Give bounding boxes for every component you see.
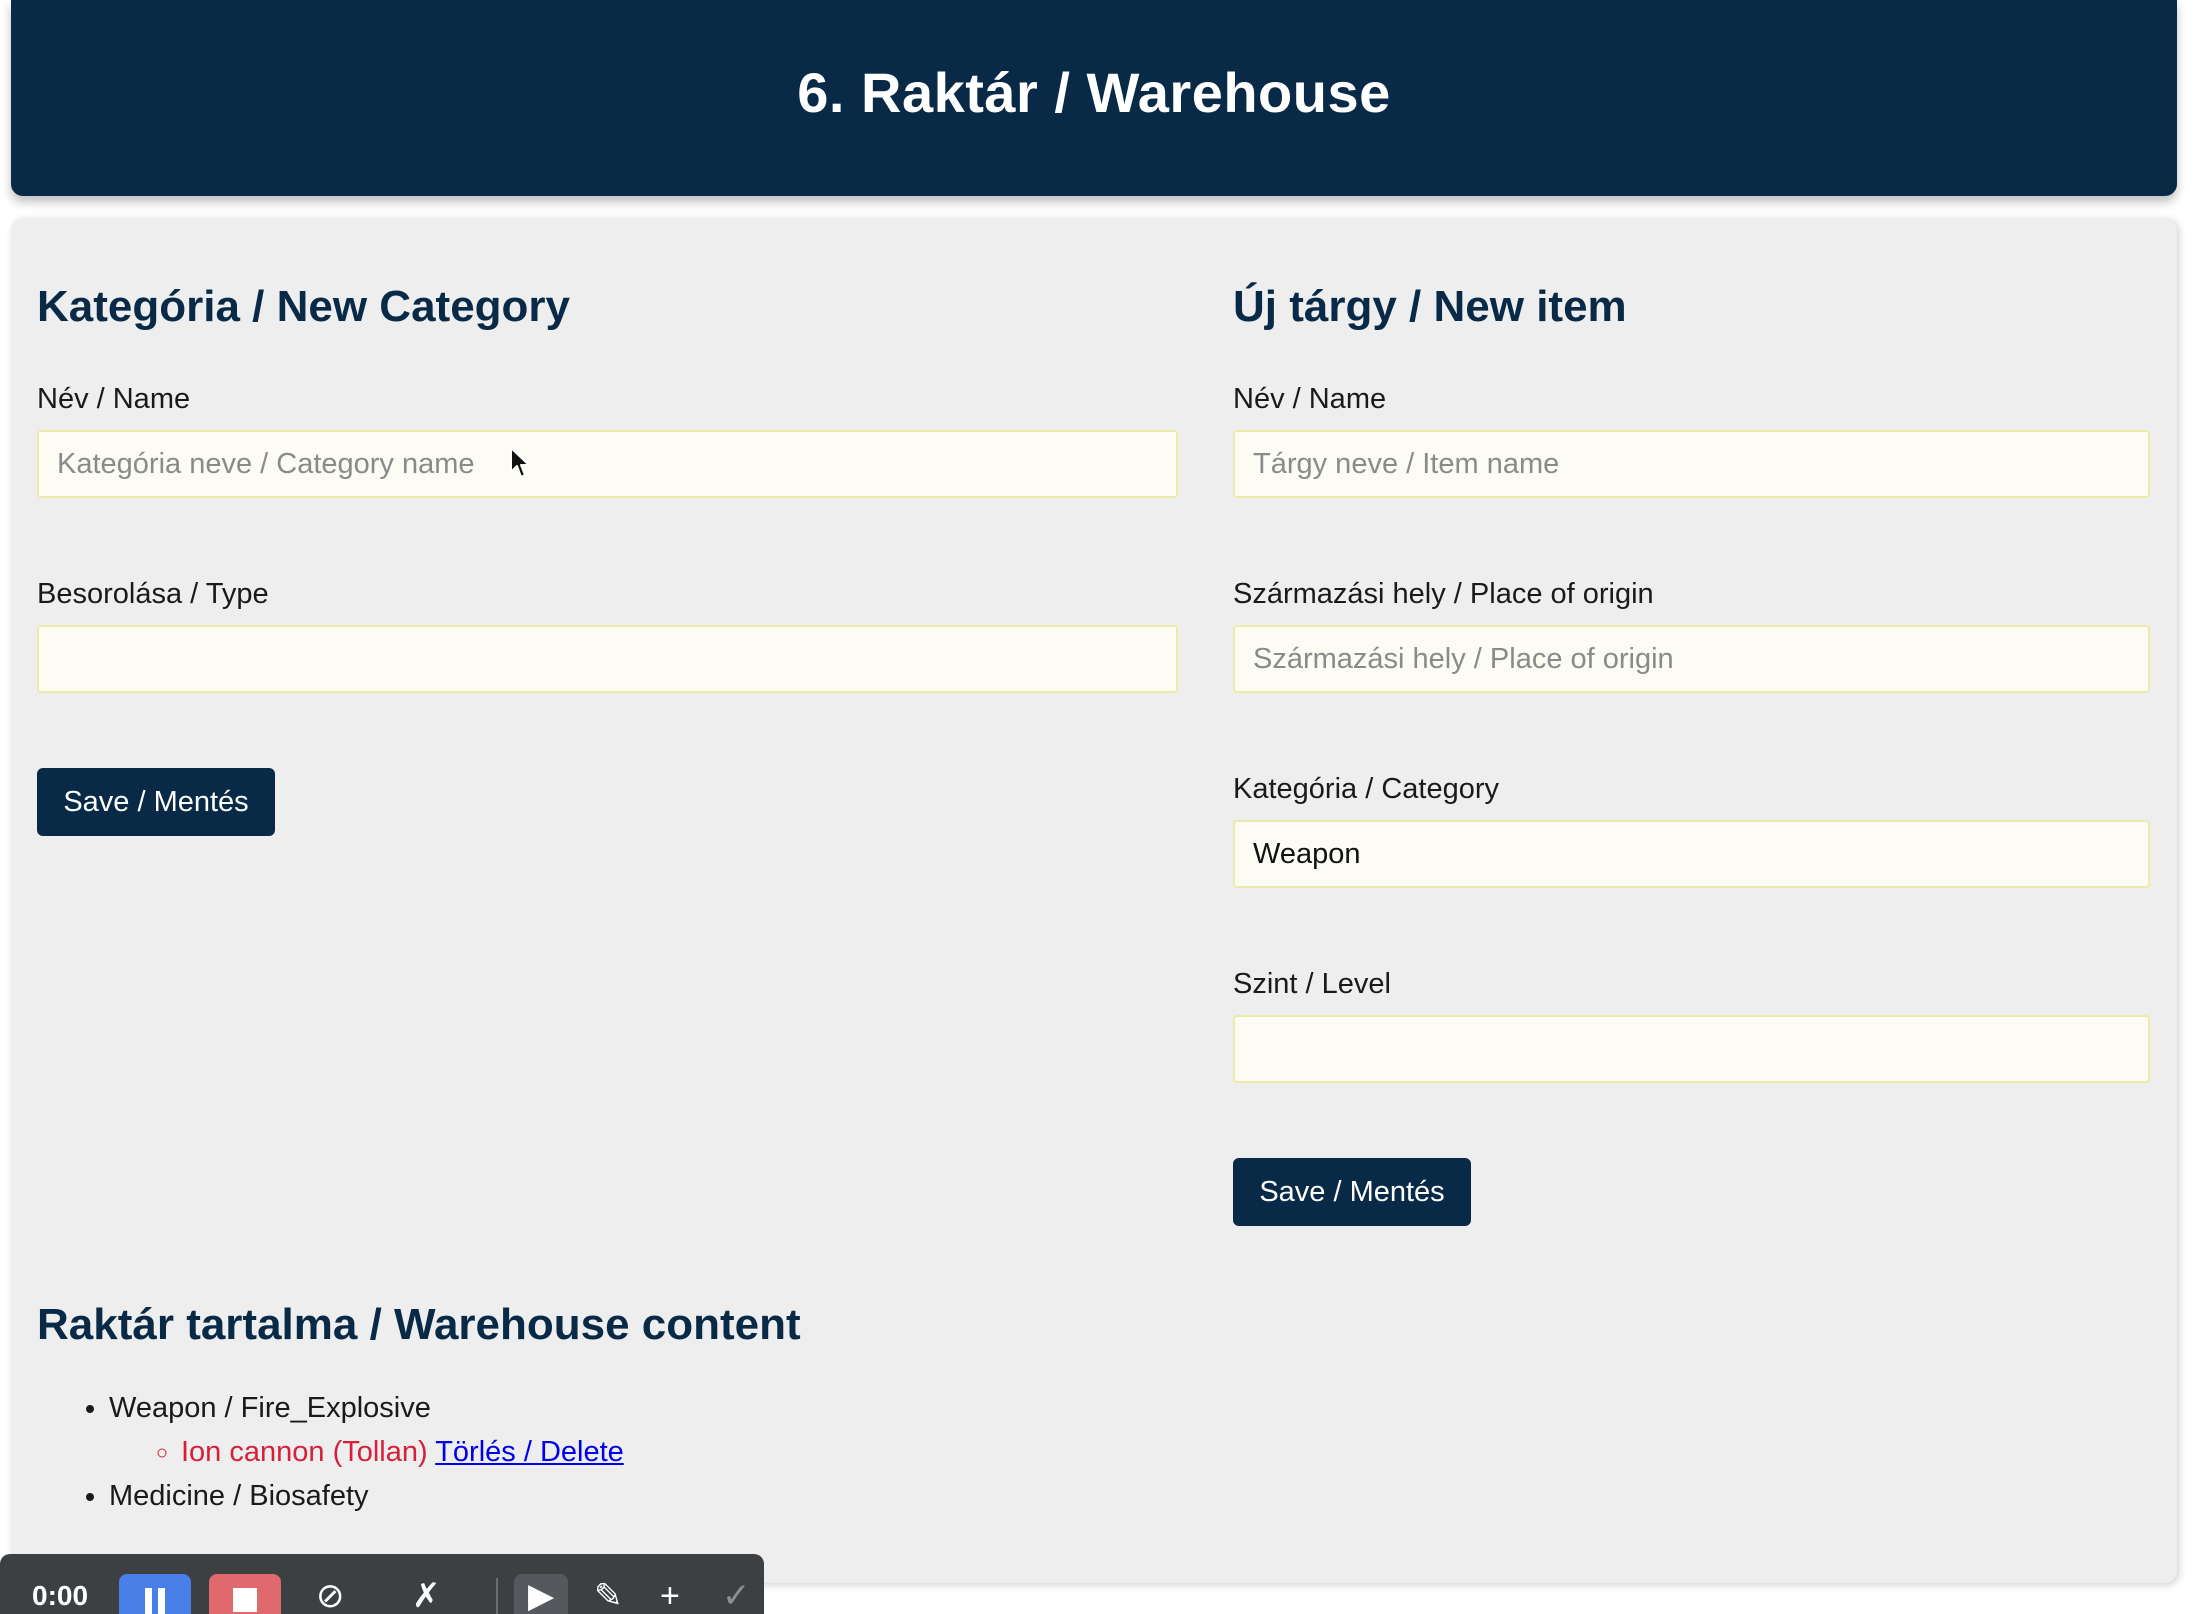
list-item: Ion cannon (Tollan) Törlés / Delete [181,1430,624,1474]
category-type-label: Besorolása / Type [37,578,269,610]
item-level-input[interactable] [1233,1015,2150,1083]
pause-icon[interactable] [119,1574,191,1614]
category-entry: Medicine / Biosafety [109,1480,369,1512]
recording-time: 0:00 [32,1580,89,1611]
delete-link[interactable]: Törlés / Delete [435,1436,624,1468]
item-form-heading: Új tárgy / New item [1233,282,1627,331]
pointer-icon: ▶ [528,1577,555,1614]
item-name-label: Név / Name [1233,383,1387,415]
category-name-label: Név / Name [37,383,191,415]
category-type-input[interactable] [37,625,1178,693]
item-category-input[interactable] [1233,820,2150,888]
toolbar-divider [496,1578,498,1614]
category-name-input[interactable] [37,430,1178,498]
mic-off-icon[interactable]: ⊘ [316,1576,345,1614]
item-origin-input[interactable] [1233,625,2150,693]
item-category-label: Kategória / Category [1233,773,1499,805]
main-panel: Kategória / New Category Név / Name Beso… [11,218,2177,1583]
page-title: 6. Raktár / Warehouse [797,60,1391,124]
warehouse-list: Weapon / Fire_Explosive Ion cannon (Toll… [37,1386,624,1518]
recorder-toolbar: 0:00 ⊘ ✗ ▶ ✎ + ✓ [0,1554,764,1614]
category-form-heading: Kategória / New Category [37,282,571,331]
item-name-input[interactable] [1233,430,2150,498]
category-save-button[interactable]: Save / Mentés [37,768,275,836]
pen-icon[interactable]: ✎ [594,1576,623,1614]
stop-icon[interactable] [209,1574,281,1614]
list-item: Medicine / Biosafety [109,1474,624,1518]
item-save-button[interactable]: Save / Mentés [1233,1158,1471,1226]
list-item: Weapon / Fire_Explosive Ion cannon (Toll… [109,1386,624,1474]
category-entry: Weapon / Fire_Explosive [109,1392,431,1424]
plus-icon[interactable]: + [660,1576,680,1614]
item-list: Ion cannon (Tollan) Törlés / Delete [109,1430,624,1474]
item-origin-label: Származási hely / Place of origin [1233,578,1654,610]
item-entry: Ion cannon (Tollan) [181,1436,428,1468]
check-icon[interactable]: ✓ [722,1576,751,1614]
camera-off-icon[interactable]: ✗ [412,1576,441,1614]
item-level-label: Szint / Level [1233,968,1391,1000]
mouse-cursor-icon [510,447,530,478]
warehouse-heading: Raktár tartalma / Warehouse content [37,1300,801,1349]
page-header: 6. Raktár / Warehouse [11,0,2177,196]
